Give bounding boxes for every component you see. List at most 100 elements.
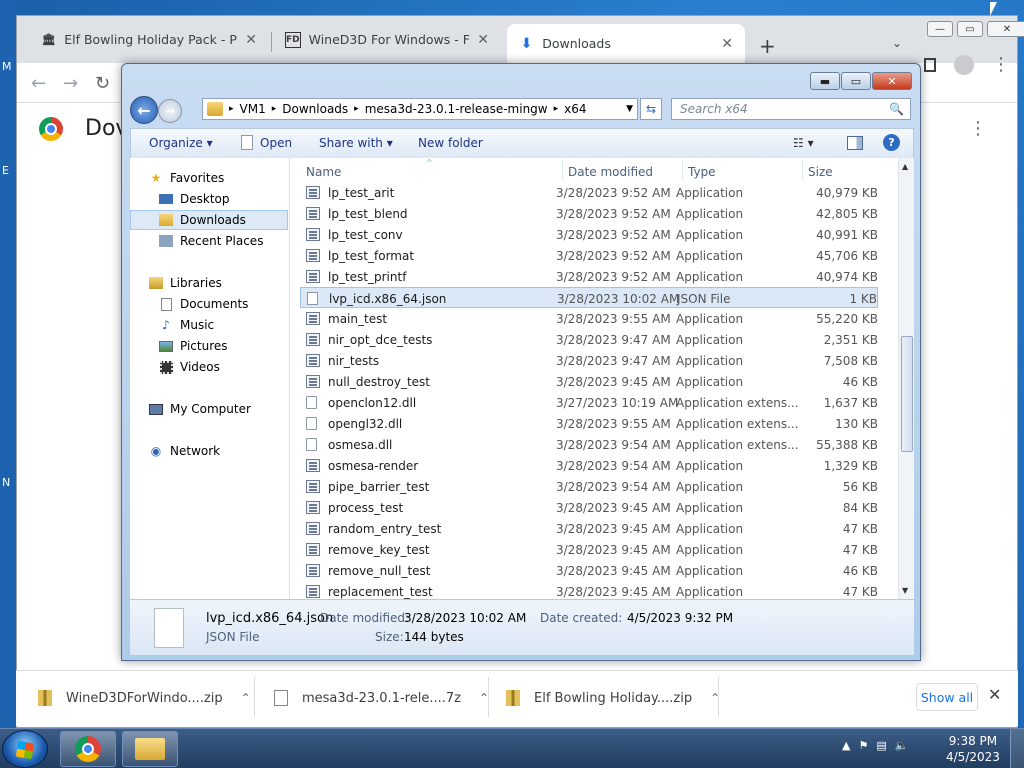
application-icon [306,249,320,262]
show-all-button[interactable]: Show all [916,683,978,711]
show-desktop-button[interactable] [1010,729,1024,768]
address-bar[interactable]: ▸ VM1 ▸ Downloads ▸ mesa3d-23.0.1-releas… [202,98,638,120]
tab-search-button[interactable]: ⌄ [892,36,902,50]
file-row[interactable]: opengl32.dll 3/28/2023 9:55 AM Application… [300,413,878,434]
file-row[interactable]: nir_tests 3/28/2023 9:47 AM Application 7,5… [300,350,878,371]
new-tab-button[interactable]: + [759,34,776,58]
download-file-name: Elf Bowling Holiday....zip [534,690,693,706]
file-type: Application extens... [676,396,799,410]
file-row[interactable]: lp_test_printf 3/28/2023 9:52 AM Applicati… [300,266,878,287]
dll-file-icon [306,396,317,409]
application-icon [306,270,320,283]
help-icon[interactable]: ? [883,134,900,151]
organize-button[interactable]: Organize ▾ [149,136,213,150]
share-label: Share with [319,136,383,150]
breadcrumb[interactable]: mesa3d-23.0.1-release-mingw [365,102,548,116]
file-row[interactable]: lvp_icd.x86_64.json 3/28/2023 10:02 AM JSO… [300,287,878,308]
column-header-date[interactable]: Date modified [568,165,653,179]
file-row[interactable]: lp_test_blend 3/28/2023 9:52 AM Applicatio… [300,203,878,224]
maximize-button[interactable]: ▭ [957,21,983,37]
file-row[interactable]: nir_opt_dce_tests 3/28/2023 9:47 AM Applic… [300,329,878,350]
file-row[interactable]: replacement_test 3/28/2023 9:45 AM Applica… [300,581,878,599]
forward-button[interactable]: → [158,99,182,123]
file-row[interactable]: main_test 3/28/2023 9:55 AM Application 55,… [300,308,878,329]
show-hidden-icons-icon[interactable]: ▲ [842,739,850,752]
column-header-name[interactable]: Name [306,165,341,179]
nav-my-computer[interactable]: My Computer [148,399,306,419]
tab-elf-bowling[interactable]: 🏛 Elf Bowling Holiday Pack - PC ga ✕ [29,24,269,55]
nav-network[interactable]: ◉ Network [148,441,306,461]
nav-downloads[interactable]: Downloads [130,210,288,230]
close-icon[interactable]: ✕ [245,32,257,48]
file-row[interactable]: remove_null_test 3/28/2023 9:45 AM Applica… [300,560,878,581]
download-item[interactable]: Elf Bowling Holiday....zip ⌃ [506,679,720,717]
preview-pane-icon[interactable] [847,136,863,150]
scroll-up-icon[interactable]: ▲ [902,162,908,171]
file-row[interactable]: lp_test_format 3/28/2023 9:52 AM Applicati… [300,245,878,266]
minimize-button[interactable]: ▬ [810,72,840,90]
close-window-button[interactable]: ✕ [872,72,912,90]
more-actions-icon[interactable]: ⋮ [969,118,987,139]
scrollbar-thumb[interactable] [901,336,913,452]
taskbar-clock[interactable]: 9:38 PM 4/5/2023 [946,733,1000,765]
breadcrumb[interactable]: Downloads [282,102,348,116]
file-row[interactable]: openclon12.dll 3/27/2023 10:19 AM Applicat… [300,392,878,413]
side-panel-icon[interactable] [924,57,936,72]
volume-icon[interactable]: 🔈 [895,739,909,752]
nav-label: Recent Places [180,234,264,248]
share-with-button[interactable]: Share with ▾ [319,136,393,150]
action-center-flag-icon[interactable]: ⚑ [858,739,868,752]
minimize-button[interactable]: — [927,21,953,37]
tab-downloads[interactable]: ⬇ Downloads ✕ [507,24,745,63]
network-status-icon[interactable]: ▤ [876,739,886,752]
forward-arrow-icon[interactable]: → [63,73,78,94]
breadcrumb[interactable]: x64 [564,102,586,116]
profile-avatar-icon[interactable] [954,54,974,75]
dll-file-icon [306,417,317,430]
taskbar-chrome-button[interactable] [60,731,116,767]
file-row[interactable]: osmesa.dll 3/28/2023 9:54 AM Application e… [300,434,878,455]
vertical-scrollbar[interactable]: ▲ ▼ [898,158,914,599]
tab-wined3d[interactable]: FD WineD3D For Windows - Federic ✕ [273,24,501,55]
download-item[interactable]: WineD3DForWindo....zip ⌃ [38,679,251,717]
search-icon: 🔍 [889,102,904,116]
back-button[interactable]: ← [130,96,158,124]
chevron-up-icon[interactable]: ⌃ [241,691,251,705]
chevron-down-icon[interactable]: ▼ [626,104,633,114]
file-row[interactable]: pipe_barrier_test 3/28/2023 9:54 AM Applic… [300,476,878,497]
file-date: 3/27/2023 10:19 AM [556,396,679,410]
start-button[interactable] [2,730,48,768]
file-type: Application [676,186,744,200]
column-header-size[interactable]: Size [808,165,833,179]
new-folder-button[interactable]: New folder [418,136,483,150]
nav-libraries[interactable]: Libraries [148,273,306,293]
file-size: 40,991 KB [816,228,878,242]
close-icon[interactable]: ✕ [721,36,733,52]
back-arrow-icon[interactable]: ← [31,73,46,94]
file-row[interactable]: random_entry_test 3/28/2023 9:45 AM Applic… [300,518,878,539]
column-header-type[interactable]: Type [688,165,716,179]
file-row[interactable]: null_destroy_test 3/28/2023 9:45 AM Applic… [300,371,878,392]
chrome-menu-icon[interactable]: ⋮ [992,54,1010,75]
file-row[interactable]: osmesa-render 3/28/2023 9:54 AM Applicatio… [300,455,878,476]
refresh-button[interactable]: ⇆ [640,98,662,120]
search-input[interactable]: Search x64 🔍 [671,98,911,120]
json-file-icon [307,292,318,305]
close-download-shelf-icon[interactable]: ✕ [988,685,1001,704]
close-icon[interactable]: ✕ [477,32,489,48]
nav-favorites[interactable]: ★ Favorites [148,168,306,188]
open-button[interactable]: Open [260,136,292,150]
file-row[interactable]: remove_key_test 3/28/2023 9:45 AM Applicat… [300,539,878,560]
file-name: opengl32.dll [328,417,403,431]
scroll-down-icon[interactable]: ▼ [902,586,908,595]
file-row[interactable]: lp_test_conv 3/28/2023 9:52 AM Application… [300,224,878,245]
close-window-button[interactable]: ✕ [987,21,1024,37]
file-row[interactable]: process_test 3/28/2023 9:45 AM Application… [300,497,878,518]
download-item[interactable]: mesa3d-23.0.1-rele....7z ⌃ [274,679,489,717]
taskbar-explorer-button[interactable] [122,731,178,767]
reload-icon[interactable]: ↻ [95,73,110,94]
breadcrumb[interactable]: VM1 [240,102,266,116]
maximize-button[interactable]: ▭ [841,72,871,90]
file-row[interactable]: lp_test_arit 3/28/2023 9:52 AM Application… [300,182,878,203]
view-options-icon[interactable]: ☷ ▾ [793,136,814,150]
